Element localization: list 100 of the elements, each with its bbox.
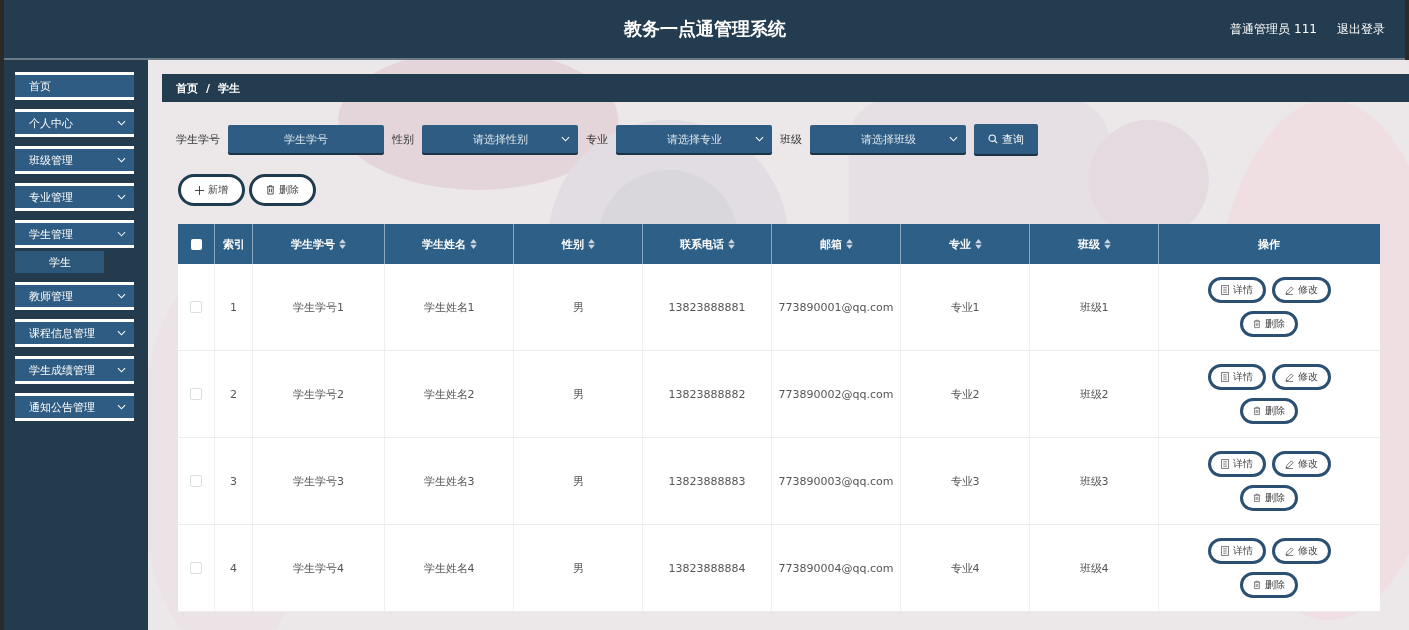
chevron-down-icon bbox=[117, 120, 126, 126]
chevron-down-icon bbox=[117, 404, 126, 410]
delete-button[interactable]: 删除 bbox=[1240, 572, 1298, 598]
breadcrumb-link[interactable]: 首页 bbox=[176, 80, 198, 96]
table-cell: 男 bbox=[572, 386, 584, 402]
pencil-icon bbox=[1284, 285, 1294, 295]
table-cell: 男 bbox=[572, 560, 584, 576]
breadcrumb-link[interactable]: 学生 bbox=[218, 80, 241, 96]
edit-button[interactable]: 修改 bbox=[1271, 277, 1331, 303]
search-field[interactable]: 学生学号 bbox=[228, 125, 384, 153]
detail-button[interactable]: 详情 bbox=[1207, 451, 1266, 477]
menu-item[interactable]: 学生成绩管理 bbox=[15, 356, 134, 384]
table-cell: 13823888881 bbox=[668, 300, 746, 314]
menu-item[interactable]: 通知公告管理 bbox=[15, 393, 134, 421]
user-name: 普通管理员 111 bbox=[1230, 20, 1317, 38]
menu-item[interactable]: 个人中心 bbox=[15, 109, 134, 137]
table-cell: 班级3 bbox=[1079, 473, 1109, 489]
chevron-down-icon bbox=[117, 293, 126, 299]
menu-item[interactable]: 专业管理 bbox=[15, 183, 134, 211]
submenu-item[interactable]: 学生 bbox=[15, 251, 104, 273]
row-checkbox[interactable] bbox=[190, 562, 202, 574]
menu-item[interactable]: 学生管理 bbox=[15, 220, 134, 248]
menu-item[interactable]: 课程信息管理 bbox=[15, 319, 134, 347]
table-cell: 专业3 bbox=[950, 473, 980, 489]
chevron-down-icon bbox=[117, 194, 126, 200]
table-cell: 学生姓名1 bbox=[423, 299, 475, 315]
table-cell: 773890001@qq.com bbox=[778, 300, 894, 314]
chevron-down-icon bbox=[117, 330, 126, 336]
table-cell: 男 bbox=[572, 299, 584, 315]
select-field[interactable]: 请选择班级 bbox=[810, 125, 966, 153]
row-checkbox[interactable] bbox=[190, 475, 202, 487]
edit-button[interactable]: 修改 bbox=[1271, 364, 1331, 390]
table-cell: 班级4 bbox=[1079, 560, 1109, 576]
document-icon bbox=[1220, 285, 1229, 295]
edit-button[interactable]: 修改 bbox=[1271, 451, 1331, 477]
trash-icon bbox=[1253, 580, 1261, 590]
trash-icon bbox=[266, 185, 275, 195]
document-icon bbox=[1220, 459, 1229, 469]
row-checkbox[interactable] bbox=[190, 301, 202, 313]
chevron-down-icon bbox=[117, 157, 126, 163]
delete-button[interactable]: 删除 bbox=[1240, 485, 1298, 511]
select-field[interactable]: 请选择性别 bbox=[422, 125, 578, 153]
detail-button[interactable]: 详情 bbox=[1207, 538, 1266, 564]
table-cell: 专业4 bbox=[950, 560, 980, 576]
logout-link[interactable]: 退出登录 bbox=[1337, 20, 1385, 38]
table-cell: 专业2 bbox=[950, 386, 980, 402]
search-button[interactable]: 查询 bbox=[974, 124, 1038, 154]
pencil-icon bbox=[1284, 546, 1294, 556]
table-cell: 男 bbox=[572, 473, 584, 489]
detail-button[interactable]: 详情 bbox=[1207, 364, 1266, 390]
table-cell: 3 bbox=[230, 474, 237, 488]
select-field[interactable]: 请选择专业 bbox=[616, 125, 772, 153]
pencil-icon bbox=[1284, 372, 1294, 382]
table-cell: 2 bbox=[230, 387, 237, 401]
chevron-down-icon bbox=[117, 367, 126, 373]
chevron-down-icon bbox=[561, 136, 570, 142]
edit-button[interactable]: 修改 bbox=[1271, 538, 1331, 564]
document-icon bbox=[1220, 546, 1229, 556]
document-icon bbox=[1220, 372, 1229, 382]
sort-icon[interactable] bbox=[469, 239, 477, 249]
delete-button[interactable]: 删除 bbox=[1240, 398, 1298, 424]
table-cell: 13823888883 bbox=[668, 474, 746, 488]
plus-icon bbox=[195, 185, 204, 195]
chevron-down-icon bbox=[949, 136, 958, 142]
sort-icon[interactable] bbox=[587, 239, 595, 249]
sort-icon[interactable] bbox=[974, 239, 982, 249]
trash-icon bbox=[1253, 406, 1261, 416]
table-cell: 1 bbox=[230, 300, 237, 314]
table-cell: 学生学号2 bbox=[293, 386, 344, 402]
table-cell: 773890002@qq.com bbox=[778, 387, 894, 401]
filter-label: 性别 bbox=[392, 131, 414, 147]
menu-item[interactable]: 班级管理 bbox=[15, 146, 134, 174]
delete-button[interactable]: 删除 bbox=[249, 174, 316, 206]
select-all-checkbox[interactable] bbox=[190, 238, 202, 250]
sort-icon[interactable] bbox=[845, 239, 853, 249]
app-title: 教务一点通管理系统 bbox=[623, 17, 786, 41]
table-cell: 学生姓名3 bbox=[423, 473, 475, 489]
trash-icon bbox=[1253, 319, 1261, 329]
sort-icon[interactable] bbox=[1103, 239, 1111, 249]
table-cell: 学生姓名2 bbox=[423, 386, 475, 402]
table-cell: 班级2 bbox=[1079, 386, 1109, 402]
sort-icon[interactable] bbox=[727, 239, 735, 249]
pencil-icon bbox=[1284, 459, 1294, 469]
menu-item[interactable]: 教师管理 bbox=[15, 282, 134, 310]
detail-button[interactable]: 详情 bbox=[1207, 277, 1266, 303]
sort-icon[interactable] bbox=[339, 239, 346, 249]
table-cell: 学生学号1 bbox=[293, 299, 344, 315]
menu-item[interactable]: 首页 bbox=[15, 72, 134, 100]
chevron-down-icon bbox=[117, 231, 126, 237]
delete-button[interactable]: 删除 bbox=[1240, 311, 1298, 337]
filter-label: 专业 bbox=[586, 131, 608, 147]
table-cell: 773890003@qq.com bbox=[778, 474, 894, 488]
add-button[interactable]: 新增 bbox=[178, 174, 245, 206]
search-icon bbox=[988, 134, 998, 144]
table-cell: 班级1 bbox=[1079, 299, 1109, 315]
row-checkbox[interactable] bbox=[190, 388, 202, 400]
table-cell: 13823888882 bbox=[668, 387, 746, 401]
table-cell: 专业1 bbox=[950, 299, 980, 315]
table-cell: 学生姓名4 bbox=[423, 560, 475, 576]
table-cell: 学生学号4 bbox=[293, 560, 344, 576]
